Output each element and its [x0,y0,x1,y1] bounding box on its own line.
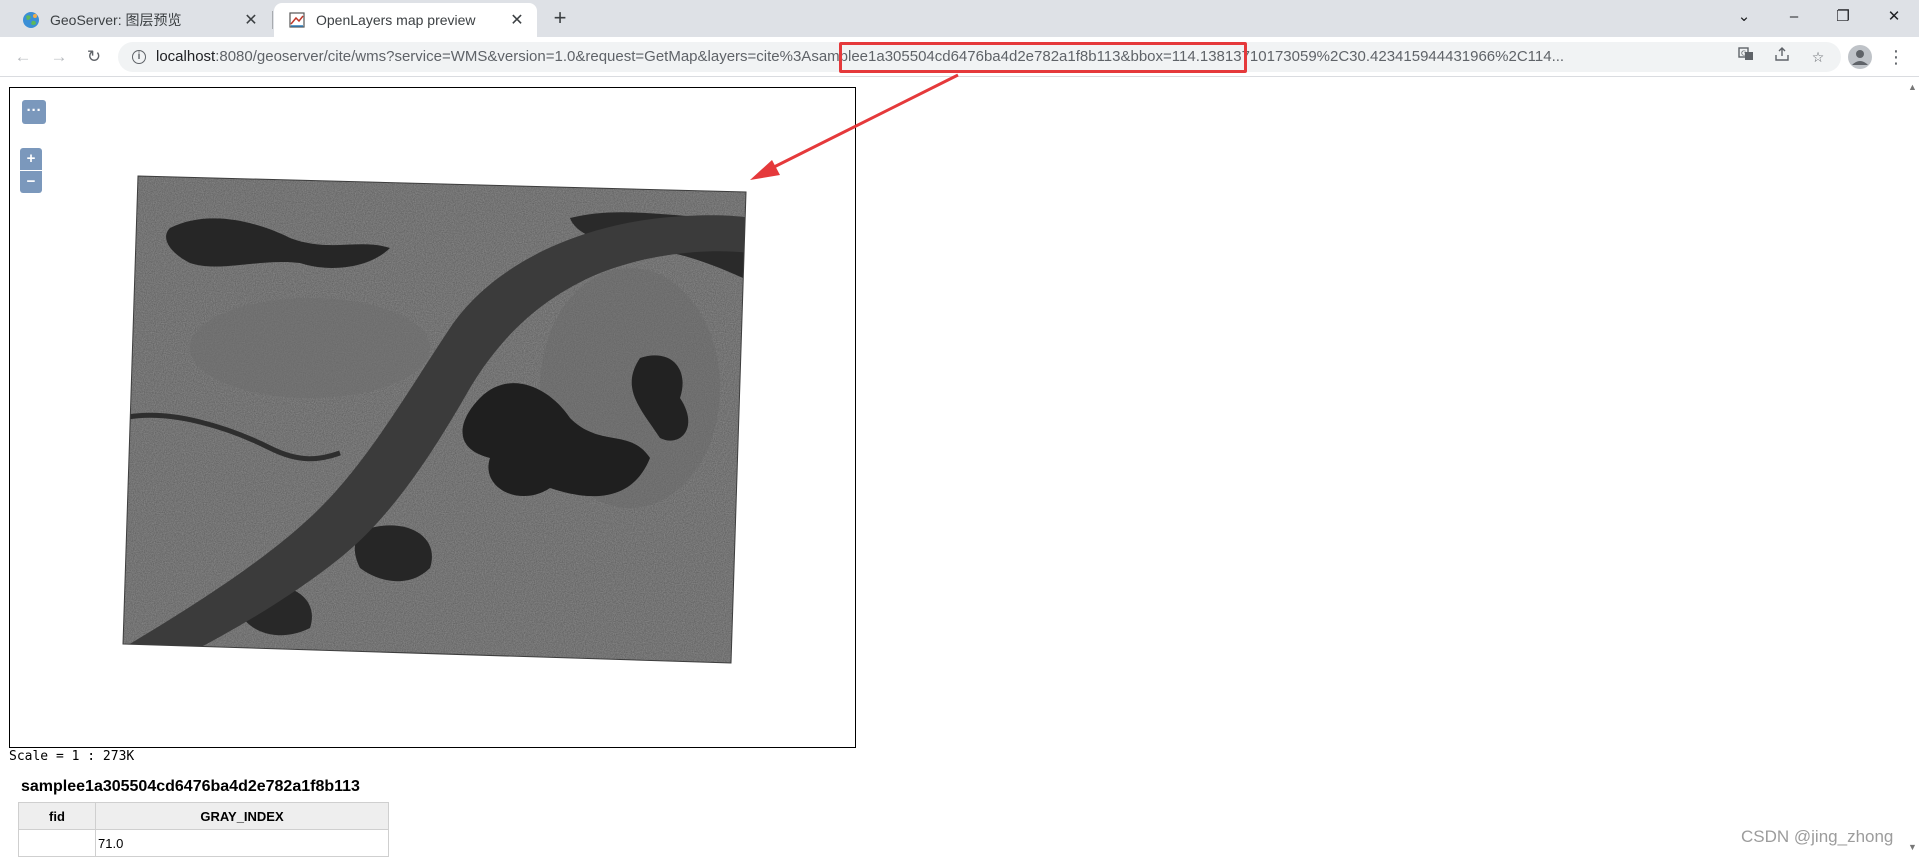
translate-icon[interactable]: G [1735,46,1757,68]
tab-divider [272,11,273,29]
table-header-row: fid GRAY_INDEX [18,802,389,830]
close-tab-icon[interactable]: ✕ [507,10,527,30]
minimize-window-button[interactable]: – [1771,2,1817,32]
vertical-scrollbar[interactable]: ▲ ▼ [1905,78,1919,857]
zoom-in-button[interactable]: + [20,148,42,170]
new-tab-button[interactable]: + [548,6,572,30]
restore-window-button[interactable]: ❐ [1820,2,1866,32]
tab-strip: GeoServer: 图层预览 ✕ OpenLayers map preview… [0,0,1919,37]
url-highlight-box [839,42,1247,73]
map-scale-text: Scale = 1 : 273K [9,749,135,764]
tab-geoserver-layer-preview[interactable]: GeoServer: 图层预览 ✕ [8,3,271,37]
cell-gray-index: 71.0 [95,829,389,857]
tab-openlayers-map-preview[interactable]: OpenLayers map preview ✕ [274,3,537,37]
site-info-icon[interactable]: i [132,50,146,64]
scroll-down-arrow-icon[interactable]: ▼ [1908,842,1917,852]
forward-arrow-icon[interactable]: → [45,43,73,71]
feature-info-table: fid GRAY_INDEX 71.0 [18,802,389,857]
tab-title: GeoServer: 图层预览 [50,12,182,28]
column-header-gray-index: GRAY_INDEX [95,802,389,830]
satellite-raster-layer [122,175,747,664]
csdn-watermark: CSDN @jing_zhong [1741,827,1894,846]
map-viewport[interactable]: ··· + − [9,87,856,748]
profile-avatar[interactable] [1848,45,1872,69]
column-header-fid: fid [18,802,96,830]
layer-switcher-toggle-button[interactable]: ··· [22,100,46,124]
geoserver-globe-icon [23,12,39,28]
share-icon[interactable] [1771,46,1793,68]
feature-info-layer-title: samplee1a305504cd6476ba4d2e782a1f8b113 [21,778,360,795]
bookmark-star-icon[interactable]: ☆ [1807,46,1829,68]
tab-search-chevron-down-icon[interactable]: ⌄ [1721,2,1767,32]
close-tab-icon[interactable]: ✕ [241,10,261,30]
zoom-out-button[interactable]: − [20,171,42,193]
browser-menu-icon[interactable]: ⋮ [1884,43,1908,71]
cell-fid [18,829,96,857]
tab-title: OpenLayers map preview [316,12,476,28]
openlayers-icon [289,12,305,28]
scroll-up-arrow-icon[interactable]: ▲ [1908,82,1917,92]
url-host: localhost [156,48,216,65]
close-window-button[interactable]: ✕ [1871,2,1917,32]
table-row: 71.0 [18,829,389,857]
reload-icon[interactable]: ↻ [80,43,108,71]
back-arrow-icon[interactable]: ← [9,43,37,71]
